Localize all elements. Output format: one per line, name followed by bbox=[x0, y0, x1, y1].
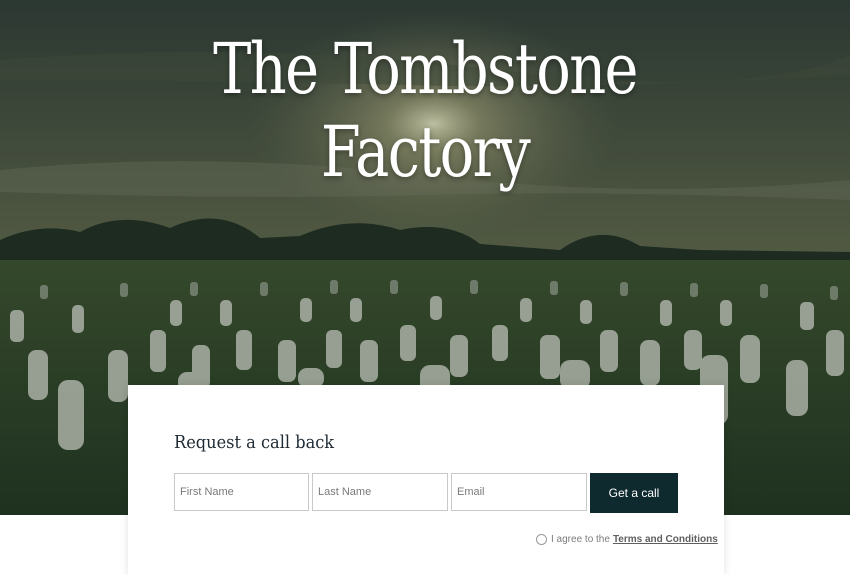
get-a-call-button[interactable]: Get a call bbox=[590, 473, 678, 513]
email-input[interactable] bbox=[451, 473, 587, 511]
first-name-input[interactable] bbox=[174, 473, 309, 511]
terms-agreement: I agree to the Terms and Conditions bbox=[536, 534, 718, 545]
agree-radio[interactable] bbox=[536, 534, 547, 545]
hero-title-line-1: The Tombstone bbox=[213, 28, 638, 110]
agree-text: I agree to the bbox=[551, 534, 610, 545]
callback-form-card: Request a call back Get a call I agree t… bbox=[128, 385, 724, 575]
hero-title-line-2: Factory bbox=[320, 111, 531, 193]
last-name-input[interactable] bbox=[312, 473, 448, 511]
terms-link[interactable]: Terms and Conditions bbox=[613, 534, 718, 545]
hero-title: The Tombstone Factory bbox=[0, 28, 850, 194]
callback-form-heading: Request a call back bbox=[174, 432, 335, 453]
